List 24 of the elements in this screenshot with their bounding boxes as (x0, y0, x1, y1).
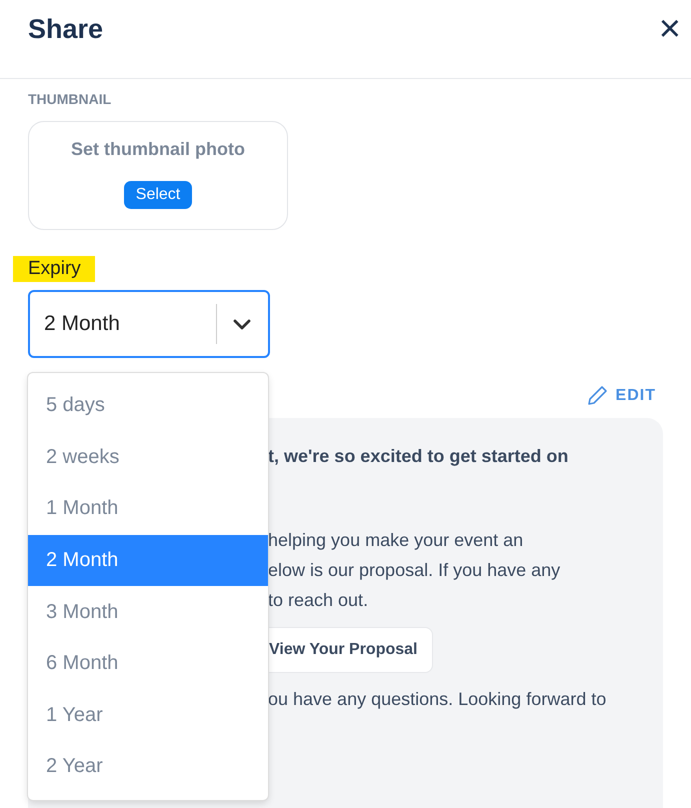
dropdown-option[interactable]: 2 Year (28, 741, 268, 793)
dialog-title: Share (28, 14, 104, 44)
expiry-label: Expiry (13, 256, 95, 282)
dropdown-option[interactable]: 5 days (28, 380, 268, 432)
message-text: ou have any questions. Looking forward to (268, 689, 608, 710)
section-label: THUMBNAIL (28, 91, 112, 107)
dropdown-option[interactable]: 1 Year (28, 690, 268, 742)
close-button[interactable]: × (652, 10, 687, 48)
dropdown-option[interactable]: 2 weeks (28, 432, 268, 484)
message-text: helping you make your event an (268, 529, 524, 552)
dropdown-option[interactable]: 3 Month (28, 586, 268, 638)
message-text: elow is our proposal. If you have any (268, 559, 562, 582)
message-text: to reach out. (268, 589, 370, 612)
expiry-select[interactable]: 2 Month (28, 290, 270, 358)
select-value: 2 Month (43, 312, 121, 336)
message-heading: t, we're so excited to get started on (268, 446, 570, 467)
edit-link[interactable]: EDIT (586, 385, 656, 406)
select-button[interactable]: Select (124, 181, 192, 209)
dropdown-option[interactable]: 6 Month (28, 638, 268, 690)
thumbnail-prompt: Set thumbnail photo (71, 139, 245, 160)
dropdown-option[interactable]: 1 Month (28, 483, 268, 535)
dropdown-option[interactable]: 2 Month (28, 534, 268, 586)
pencil-icon (586, 385, 608, 406)
chevron-down-icon[interactable] (233, 318, 251, 330)
